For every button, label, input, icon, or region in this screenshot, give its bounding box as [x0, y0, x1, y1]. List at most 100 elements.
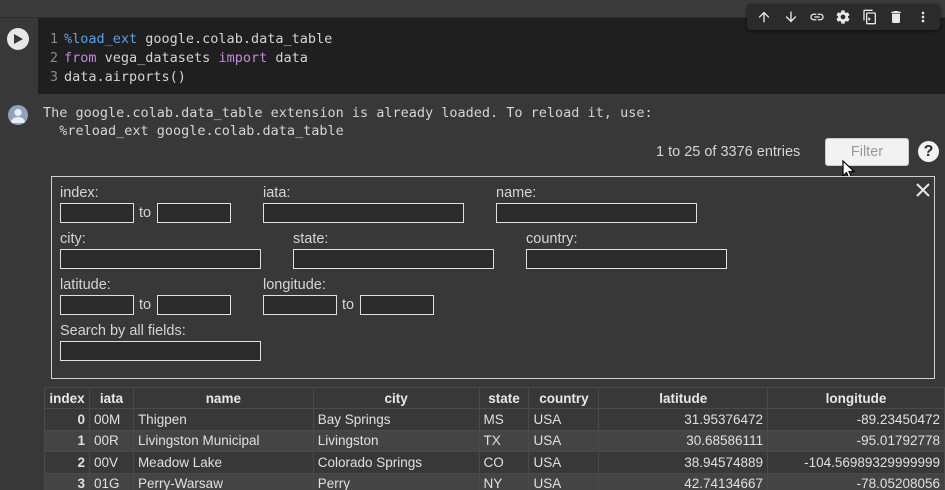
code-token: from: [64, 50, 97, 66]
cell-iata: 01G: [88, 472, 134, 490]
cell-name: Livingston Municipal: [132, 429, 314, 452]
longitude-to-label: to: [342, 297, 355, 313]
table-header-row: index iata name city state country latitude lon…: [44, 387, 945, 409]
line-number: 3: [49, 69, 58, 85]
index-min-input[interactable]: [60, 203, 134, 223]
cell-longitude: -78.05208056: [767, 472, 945, 490]
cell-state: TX: [478, 429, 530, 452]
cell-latitude: 42.74134667: [598, 472, 769, 490]
move-cell-up-button[interactable]: [753, 6, 775, 28]
longitude-min-input[interactable]: [263, 295, 337, 315]
delete-cell-button[interactable]: [885, 6, 907, 28]
cell-settings-button[interactable]: [832, 6, 854, 28]
play-icon: [14, 34, 23, 44]
code-token: import: [218, 50, 268, 66]
index-max-input[interactable]: [157, 203, 231, 223]
code-token: google.colab.data_table: [137, 31, 333, 47]
help-button[interactable]: ?: [918, 141, 939, 162]
mirror-icon: [863, 9, 876, 25]
index-filter-label: index:: [60, 185, 99, 201]
column-header-state[interactable]: state: [478, 387, 530, 409]
filter-button[interactable]: Filter: [825, 138, 909, 166]
iata-filter-label: iata:: [263, 185, 291, 201]
data-table: index iata name city state country latitude lon…: [44, 387, 945, 490]
name-filter-input[interactable]: [496, 203, 697, 223]
link-to-cell-button[interactable]: [806, 6, 828, 28]
latitude-filter-label: latitude:: [60, 277, 111, 293]
cell-name: Perry-Warsaw: [132, 472, 314, 490]
output-message: The google.colab.data_table extension is…: [43, 104, 653, 140]
cell-index: 2: [44, 451, 90, 474]
line-number: 2: [49, 50, 58, 66]
column-header-name[interactable]: name: [132, 387, 314, 409]
arrow-up-icon: [758, 11, 770, 23]
index-to-label: to: [139, 205, 152, 221]
column-header-city[interactable]: city: [312, 387, 480, 409]
line-number: 1: [49, 31, 58, 47]
column-header-latitude[interactable]: latitude: [598, 387, 769, 409]
cell-iata: 00V: [88, 451, 134, 474]
cell-latitude: 31.95376472: [598, 408, 769, 431]
kebab-icon: [921, 11, 925, 23]
code-line[interactable]: 3 data.airports(): [38, 68, 945, 87]
longitude-filter-label: longitude:: [263, 277, 326, 293]
cell-longitude: -104.56989329999999: [767, 451, 945, 474]
arrow-down-icon: [785, 11, 796, 23]
mirror-cell-button[interactable]: [859, 6, 881, 28]
search-all-input[interactable]: [60, 341, 261, 361]
close-filter-button[interactable]: [914, 181, 932, 199]
code-line[interactable]: 2 from vega_datasets import data: [38, 49, 945, 68]
cell-country: USA: [528, 472, 600, 490]
cell-state: NY: [478, 472, 530, 490]
output-message-line-2: %reload_ext google.colab.data_table: [43, 123, 344, 139]
cell-longitude: -95.01792778: [767, 429, 945, 452]
code-token: %load_ext: [64, 31, 138, 47]
city-filter-input[interactable]: [60, 249, 261, 269]
gear-icon: [836, 10, 850, 24]
code-token: data.airports(): [64, 69, 186, 85]
cell-city: Livingston: [312, 429, 480, 452]
column-header-longitude[interactable]: longitude: [767, 387, 945, 409]
name-filter-label: name:: [496, 185, 537, 201]
move-cell-down-button[interactable]: [780, 6, 802, 28]
column-header-index[interactable]: index: [44, 387, 90, 409]
cell-name: Thigpen: [132, 408, 314, 431]
state-filter-label: state:: [293, 231, 329, 247]
latitude-max-input[interactable]: [157, 295, 231, 315]
latitude-min-input[interactable]: [60, 295, 134, 315]
table-row[interactable]: 2 00V Meadow Lake Colorado Springs CO USA 38.9…: [44, 451, 945, 474]
code-token: vega_datasets: [96, 50, 219, 66]
cell-country: USA: [528, 429, 600, 452]
table-row[interactable]: 0 00M Thigpen Bay Springs MS USA 31.95376472 -8…: [44, 408, 945, 431]
cell-country: USA: [528, 408, 600, 431]
country-filter-label: country:: [526, 231, 578, 247]
filter-panel: index: to iata: name: city: state: count…: [51, 176, 935, 379]
column-header-iata[interactable]: iata: [88, 387, 134, 409]
table-row[interactable]: 1 00R Livingston Municipal Livingston TX USA 3…: [44, 429, 945, 452]
cell-latitude: 30.68586111: [598, 429, 769, 452]
latitude-to-label: to: [139, 297, 152, 313]
output-avatar-icon: [8, 105, 28, 125]
column-header-country[interactable]: country: [528, 387, 600, 409]
close-icon: [916, 183, 930, 197]
longitude-max-input[interactable]: [360, 295, 434, 315]
cell-name: Meadow Lake: [132, 451, 314, 474]
table-row[interactable]: 3 01G Perry-Warsaw Perry NY USA 42.74134667 -78…: [44, 472, 945, 490]
output-message-line-1: The google.colab.data_table extension is…: [43, 105, 653, 121]
code-token: data: [267, 50, 308, 66]
search-all-label: Search by all fields:: [60, 323, 186, 339]
run-cell-button[interactable]: [7, 28, 29, 50]
table-body: 0 00M Thigpen Bay Springs MS USA 31.95376472 -8…: [44, 408, 945, 490]
cell-toolbar: [747, 4, 940, 30]
cell-latitude: 38.94574889: [598, 451, 769, 474]
state-filter-input[interactable]: [293, 249, 494, 269]
cell-index: 3: [44, 472, 90, 490]
cell-city: Colorado Springs: [312, 451, 480, 474]
cell-city: Perry: [312, 472, 480, 490]
trash-icon: [891, 11, 901, 23]
code-line[interactable]: 1 %load_ext google.colab.data_table: [38, 30, 945, 49]
cell-index: 1: [44, 429, 90, 452]
country-filter-input[interactable]: [526, 249, 727, 269]
iata-filter-input[interactable]: [263, 203, 464, 223]
more-actions-button[interactable]: [912, 6, 934, 28]
